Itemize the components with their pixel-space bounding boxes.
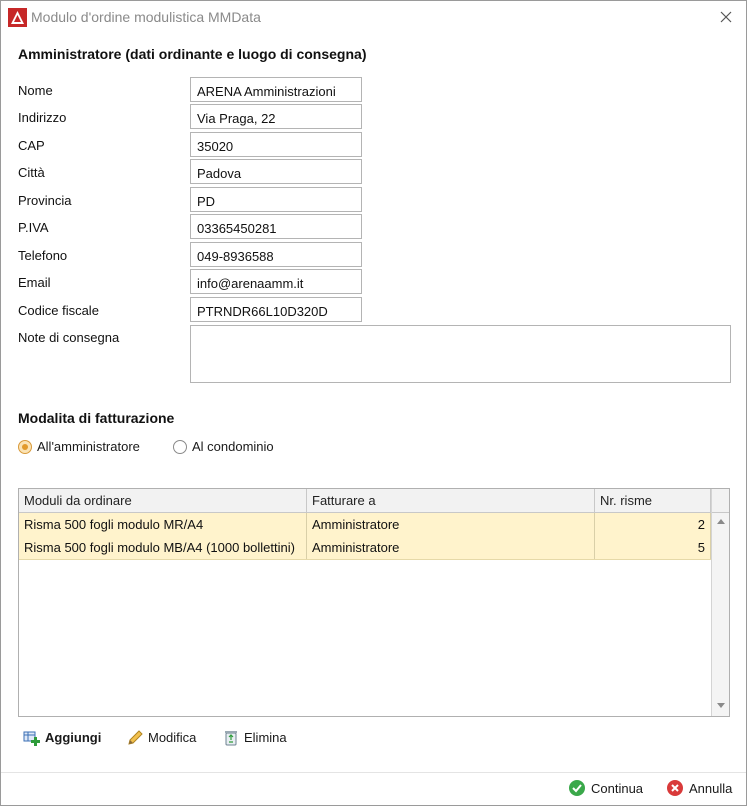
cancel-button-label: Annulla bbox=[689, 781, 733, 796]
indirizzo-input[interactable] bbox=[190, 104, 362, 129]
provincia-input[interactable] bbox=[190, 187, 362, 212]
cancel-button[interactable]: Annulla bbox=[666, 778, 740, 800]
recycle-bin-icon bbox=[225, 731, 237, 746]
scroll-corner bbox=[712, 489, 729, 513]
field-label-piva: P.IVA bbox=[18, 220, 49, 235]
add-button-label: Aggiungi bbox=[45, 730, 102, 745]
email-input[interactable] bbox=[190, 269, 362, 294]
field-label-note-consegna: Note di consegna bbox=[18, 330, 120, 345]
codice-fiscale-input[interactable] bbox=[190, 297, 362, 322]
billing-section-title: Modalita di fatturazione bbox=[18, 410, 175, 426]
field-label-telefono: Telefono bbox=[18, 248, 68, 263]
column-header-fatturare[interactable]: Fatturare a bbox=[307, 489, 595, 512]
title-bar: Modulo d'ordine modulistica MMData bbox=[1, 1, 746, 33]
table-row[interactable]: Risma 500 fogli modulo MR/A4 Amministrat… bbox=[19, 513, 711, 537]
radio-all-amministratore[interactable]: All'amministratore bbox=[18, 438, 153, 458]
check-circle-icon bbox=[569, 780, 585, 796]
continue-button[interactable]: Continua bbox=[568, 778, 650, 800]
add-button[interactable]: Aggiungi bbox=[23, 727, 113, 749]
field-label-citta: Città bbox=[18, 165, 45, 180]
telefono-input[interactable] bbox=[190, 242, 362, 267]
cell-billing: Amministratore bbox=[307, 536, 595, 559]
cell-billing: Amministratore bbox=[307, 513, 595, 536]
field-label-indirizzo: Indirizzo bbox=[18, 110, 67, 125]
pencil-icon bbox=[128, 730, 143, 745]
field-label-provincia: Provincia bbox=[18, 193, 72, 208]
grid-header: Moduli da ordinare Fatturare a Nr. risme bbox=[19, 489, 711, 513]
radio-al-condominio[interactable]: Al condominio bbox=[173, 438, 283, 458]
cell-module: Risma 500 fogli modulo MB/A4 (1000 bolle… bbox=[19, 536, 307, 559]
radio-checked-icon bbox=[18, 440, 32, 454]
edit-button[interactable]: Modifica bbox=[126, 727, 208, 749]
edit-button-label: Modifica bbox=[148, 730, 197, 745]
app-logo-icon bbox=[8, 8, 27, 27]
cell-qty: 2 bbox=[595, 513, 711, 536]
column-header-moduli[interactable]: Moduli da ordinare bbox=[19, 489, 307, 512]
delete-button-label: Elimina bbox=[244, 730, 287, 745]
citta-input[interactable] bbox=[190, 159, 362, 184]
continue-button-label: Continua bbox=[591, 781, 644, 796]
note-consegna-input[interactable] bbox=[190, 325, 731, 383]
field-label-cap: CAP bbox=[18, 138, 45, 153]
modules-grid: Moduli da ordinare Fatturare a Nr. risme… bbox=[18, 488, 730, 717]
delete-button[interactable]: Elimina bbox=[222, 727, 294, 749]
admin-section-title: Amministratore (dati ordinante e luogo d… bbox=[18, 46, 367, 62]
nome-input[interactable] bbox=[190, 77, 362, 102]
column-header-risme[interactable]: Nr. risme bbox=[595, 489, 711, 512]
cell-qty: 5 bbox=[595, 536, 711, 559]
order-dialog: Modulo d'ordine modulistica MMData Ammin… bbox=[0, 0, 747, 806]
add-grid-icon bbox=[23, 731, 40, 746]
field-label-codice-fiscale: Codice fiscale bbox=[18, 303, 99, 318]
table-row[interactable]: Risma 500 fogli modulo MB/A4 (1000 bolle… bbox=[19, 536, 711, 560]
footer-divider bbox=[1, 772, 746, 773]
field-label-nome: Nome bbox=[18, 83, 53, 98]
close-icon[interactable] bbox=[713, 5, 739, 29]
radio-label-amministratore: All'amministratore bbox=[37, 439, 140, 454]
vertical-scrollbar[interactable] bbox=[711, 489, 730, 716]
piva-input[interactable] bbox=[190, 214, 362, 239]
field-label-email: Email bbox=[18, 275, 51, 290]
cap-input[interactable] bbox=[190, 132, 362, 157]
radio-label-condominio: Al condominio bbox=[192, 439, 274, 454]
window-title: Modulo d'ordine modulistica MMData bbox=[31, 9, 261, 25]
scroll-up-arrow-icon[interactable] bbox=[712, 513, 730, 530]
cancel-circle-icon bbox=[667, 780, 683, 796]
scroll-down-arrow-icon[interactable] bbox=[712, 697, 730, 714]
cell-module: Risma 500 fogli modulo MR/A4 bbox=[19, 513, 307, 536]
radio-unchecked-icon bbox=[173, 440, 187, 454]
